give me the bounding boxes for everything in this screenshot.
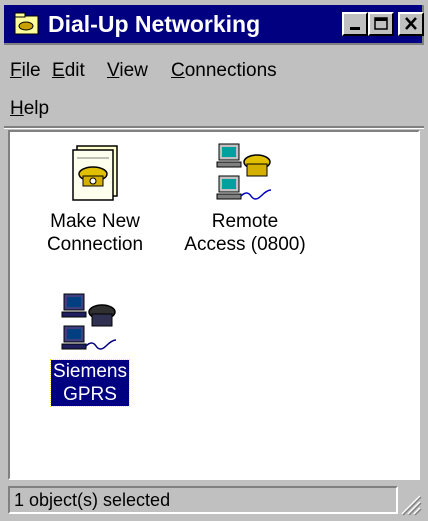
item-label-line2: GPRS [63, 384, 117, 405]
window-title: Dial-Up Networking [48, 11, 261, 37]
item-label: Make New Connection [45, 210, 145, 256]
maximize-icon [374, 17, 388, 30]
menu-help[interactable]: Help [10, 96, 49, 122]
menu-view[interactable]: View [107, 58, 148, 84]
menu-edit-label: dit [64, 60, 85, 81]
menu-file[interactable]: File [10, 58, 41, 84]
item-remote-access[interactable]: Remote Access (0800) [170, 140, 320, 256]
menu-connections-accel: C [171, 60, 185, 81]
make-new-connection-icon [72, 145, 118, 201]
close-icon [405, 17, 417, 30]
item-label-line1: Make New [50, 211, 140, 232]
menu-view-label: iew [119, 60, 148, 81]
minimize-button[interactable] [342, 12, 368, 36]
resize-grip-icon[interactable] [398, 492, 422, 516]
item-label-line1: Remote [211, 211, 279, 232]
dialup-folder-icon [14, 12, 39, 35]
item-make-new-connection[interactable]: Make New Connection [30, 140, 160, 256]
title-bar[interactable]: Dial-Up Networking [4, 5, 424, 45]
status-bar: 1 object(s) selected [4, 484, 424, 518]
close-button[interactable] [398, 12, 424, 36]
menu-connections[interactable]: Connections [171, 58, 277, 84]
minimize-icon [350, 27, 360, 30]
menu-file-accel: F [10, 60, 22, 81]
item-label-line2: Access (0800) [184, 234, 306, 255]
menu-bar: File Edit View Connections Help [4, 48, 424, 128]
menu-separator [4, 126, 424, 129]
item-label: Remote Access (0800) [182, 210, 307, 256]
dialup-connection-icon [216, 143, 272, 200]
menu-help-label: elp [23, 98, 50, 119]
item-siemens-gprs[interactable]: Siemens GPRS [40, 290, 140, 407]
item-label: Siemens GPRS [50, 359, 130, 407]
dialup-networking-window: Dial-Up Networking File Edit View Connec… [0, 0, 428, 521]
menu-edit[interactable]: Edit [52, 58, 85, 84]
menu-edit-accel: E [52, 60, 65, 81]
menu-connections-label: onnections [184, 60, 277, 81]
menu-file-label: ile [21, 60, 41, 81]
menu-view-accel: V [107, 60, 120, 81]
maximize-button[interactable] [368, 12, 394, 36]
item-label-line2: Connection [46, 234, 144, 255]
dialup-connection-icon [61, 293, 117, 350]
file-view[interactable]: Make NewConnection RemoteAccess (0800) [8, 130, 420, 480]
menu-help-accel: H [10, 98, 24, 119]
status-text: 1 object(s) selected [8, 486, 398, 514]
item-label-line1: Siemens [53, 361, 127, 382]
